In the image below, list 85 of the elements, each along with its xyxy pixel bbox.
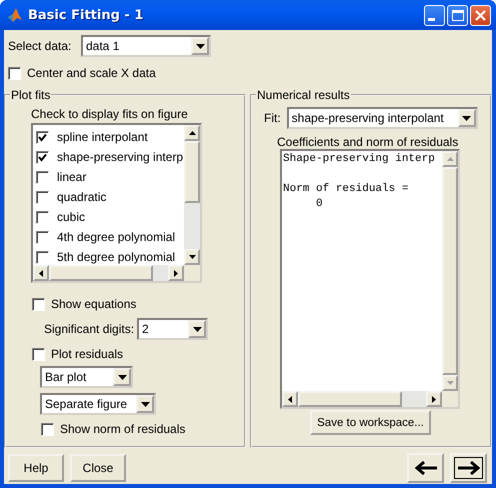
fit-list-item[interactable]: 4th degree polynomial (33, 227, 184, 247)
vertical-scrollbar[interactable] (184, 125, 200, 265)
minimize-button[interactable] (424, 4, 445, 26)
checkbox-label: Show norm of residuals (60, 422, 186, 436)
dropdown-button[interactable] (113, 368, 131, 386)
window-title: Basic Fitting - 1 (28, 8, 144, 22)
checkbox-label: Plot residuals (51, 347, 124, 361)
fit-label: quadratic (57, 190, 106, 204)
results-text: Shape-preserving interp Norm of residuals = 0 (282, 152, 436, 212)
scrollbar-corner (442, 391, 458, 407)
group-title: Plot fits (10, 88, 52, 102)
scroll-up-button[interactable] (184, 125, 200, 141)
left-arrow-icon (414, 460, 438, 476)
results-text-area[interactable]: Shape-preserving interp Norm of residuals = 0 (280, 149, 460, 409)
right-arrow-icon (174, 270, 178, 276)
fit-label: linear (57, 170, 86, 184)
horizontal-scrollbar[interactable] (282, 391, 442, 407)
digits-dropdown[interactable]: 2 (137, 318, 208, 340)
left-arrow-icon (39, 270, 43, 276)
fit-list-item[interactable]: linear (33, 167, 184, 187)
dialog-button[interactable]: Close (70, 454, 126, 482)
fit-list-item[interactable]: shape-preserving interp (33, 147, 184, 167)
dropdown-button[interactable] (191, 37, 209, 55)
checkbox[interactable] (32, 348, 45, 360)
group-title: Numerical results (256, 88, 351, 102)
data-dropdown[interactable]: data 1 (81, 35, 211, 57)
caret-icon (192, 326, 202, 332)
caret-icon (140, 402, 150, 406)
location-dropdown[interactable]: Separate figure (40, 393, 156, 415)
next-button[interactable] (450, 452, 487, 482)
dropdown-button[interactable] (136, 395, 154, 413)
peak-logo-icon (7, 7, 23, 23)
fit-label: Fit: (264, 111, 281, 125)
up-arrow-icon (446, 157, 454, 161)
down-arrow-icon (188, 255, 196, 259)
checkbox-label: Center and scale X data (27, 66, 156, 80)
close-icon (475, 10, 486, 20)
right-arrow-icon (432, 396, 436, 402)
dropdown-button[interactable] (458, 109, 476, 127)
checkbox[interactable] (8, 66, 21, 80)
dialog-button[interactable]: Help (8, 454, 64, 482)
results-caption: Coefficients and norm of residuals (277, 135, 460, 149)
scrollbar-track[interactable] (153, 265, 168, 281)
scroll-left-button[interactable] (282, 391, 298, 407)
fit-list-item[interactable]: 5th degree polynomial (33, 247, 184, 265)
fit-label: cubic (57, 210, 86, 224)
scroll-right-button[interactable] (168, 265, 184, 281)
list-caption: Check to display fits on figure (31, 107, 189, 121)
horizontal-scrollbar[interactable] (33, 265, 184, 281)
fit-label: 5th degree polynomial (57, 250, 176, 264)
dropdown-button[interactable] (188, 320, 206, 338)
scrollbar-thumb[interactable] (298, 391, 402, 407)
fit-list-item[interactable]: quadratic (33, 187, 184, 207)
checkbox[interactable] (32, 298, 45, 310)
caret-icon (462, 116, 472, 120)
fit-list-item[interactable]: cubic (33, 207, 184, 227)
left-arrow-icon (288, 396, 292, 402)
select-data-label: Select data: (8, 39, 72, 53)
close-button[interactable] (470, 4, 491, 26)
checkbox[interactable] (41, 422, 54, 436)
fit-dropdown[interactable]: shape-preserving interpolant (286, 107, 478, 129)
scrollbar-thumb[interactable] (184, 141, 200, 203)
checkbox-label: Show equations (51, 297, 136, 311)
maximize-button[interactable] (447, 4, 468, 26)
save-to-workspace-button[interactable]: Save to workspace... (310, 410, 431, 435)
caret-icon (196, 44, 204, 48)
minimize-icon (428, 18, 435, 21)
plot-type-dropdown[interactable]: Bar plot (40, 366, 133, 388)
scrollbar-thumb[interactable] (49, 265, 153, 281)
scroll-right-button[interactable] (426, 391, 442, 407)
significant-digits-label: Significant digits: (44, 322, 134, 336)
back-button[interactable] (407, 452, 444, 482)
fit-label: 4th degree polynomial (57, 230, 176, 244)
right-arrow-icon (456, 460, 480, 476)
up-arrow-icon (188, 131, 196, 135)
maximize-icon (452, 10, 464, 20)
fit-label: spline interpolant (57, 130, 148, 144)
down-arrow-icon (446, 381, 454, 385)
checkbox[interactable] (36, 250, 49, 264)
caret-icon (118, 374, 126, 380)
fit-label: shape-preserving interp (57, 150, 184, 164)
fit-list-item[interactable]: spline interpolant (33, 127, 184, 147)
scrollbar-corner (184, 265, 200, 281)
scroll-left-button[interactable] (33, 265, 49, 281)
scroll-down-button[interactable] (184, 249, 200, 265)
